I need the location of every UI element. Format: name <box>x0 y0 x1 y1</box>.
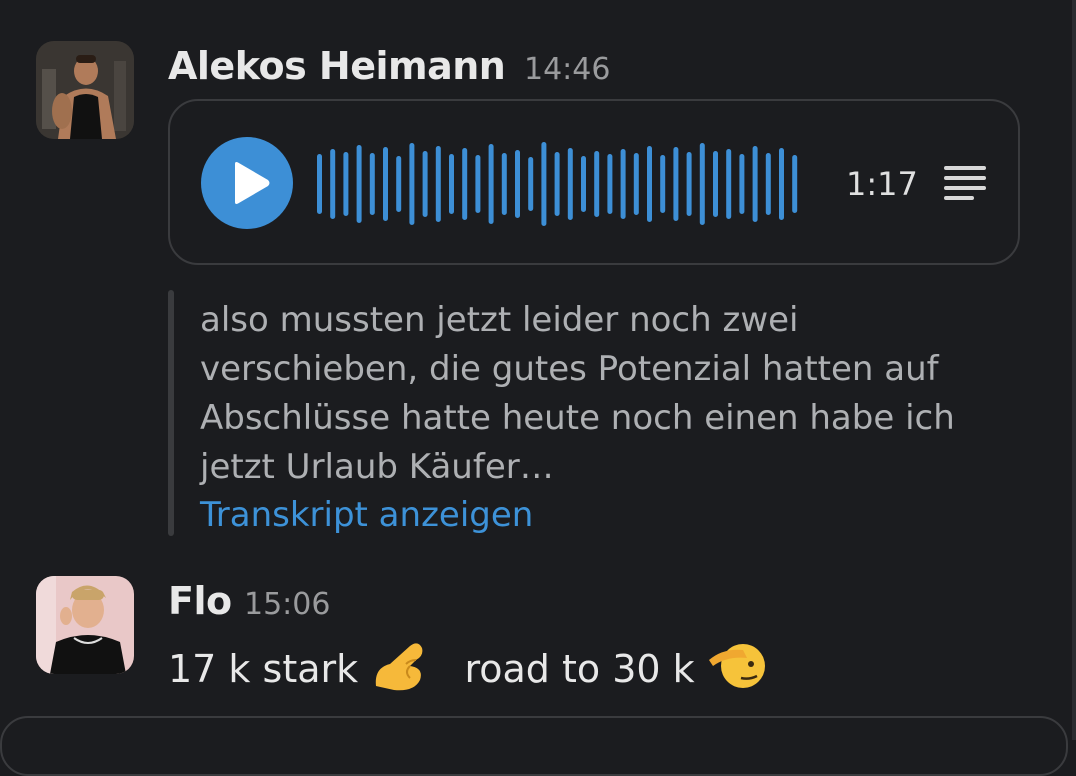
waveform-bar <box>752 146 758 222</box>
waveform-bar <box>739 154 745 214</box>
author-name[interactable]: Flo <box>168 582 232 620</box>
waveform-bar <box>713 151 718 217</box>
show-transcript-link[interactable]: Transkript anzeigen <box>200 491 533 540</box>
waveform-bar <box>567 148 573 220</box>
scrollbar-track[interactable] <box>1072 0 1076 740</box>
message-timestamp[interactable]: 14:46 <box>524 55 610 85</box>
avatar-flo[interactable] <box>36 576 134 674</box>
waveform-bar <box>581 156 586 212</box>
transcript-quote-bar <box>168 290 174 536</box>
message-text: 17 k stark road to 30 k <box>168 638 765 705</box>
author-name[interactable]: Alekos Heimann <box>168 47 506 85</box>
waveform-bar <box>409 143 415 225</box>
play-icon[interactable] <box>201 137 293 229</box>
message-timestamp[interactable]: 15:06 <box>244 590 330 620</box>
waveform-bar <box>528 157 534 211</box>
waveform-bar <box>594 151 600 217</box>
waveform-bar <box>620 149 626 219</box>
waveform-bar <box>435 146 441 222</box>
saluting-face-emoji <box>707 638 765 705</box>
waveform-bar <box>554 152 560 216</box>
transcript-text: also mussten jetzt leider noch zwei vers… <box>200 300 955 487</box>
waveform-bar <box>317 154 322 214</box>
waveform-bar <box>779 148 784 220</box>
waveform-bar <box>475 155 481 213</box>
waveform-bar <box>462 148 468 220</box>
waveform-bar <box>607 154 613 214</box>
waveform-bar <box>369 153 375 215</box>
audio-message-player: 1:17 <box>168 99 1020 265</box>
waveform-bar <box>792 155 798 213</box>
pinching-hand-emoji <box>370 638 428 705</box>
transcript-lines-icon[interactable] <box>942 164 988 208</box>
waveform-bar <box>356 145 362 223</box>
waveform-bar <box>541 142 547 226</box>
waveform-bar <box>383 147 388 221</box>
waveform-bar <box>686 152 692 216</box>
waveform-bar <box>515 150 520 218</box>
waveform-bar <box>422 151 428 217</box>
waveform-bar <box>726 149 732 219</box>
waveform-bar <box>501 153 507 215</box>
waveform-bar <box>765 153 771 215</box>
waveform-bar <box>330 149 336 219</box>
waveform-bar <box>633 153 639 215</box>
avatar-alekos[interactable] <box>36 41 134 139</box>
message-text-part1: 17 k stark <box>168 647 359 691</box>
waveform-bar <box>488 144 494 224</box>
message-text-part2: road to 30 k <box>464 647 695 691</box>
waveform-bar <box>396 156 402 212</box>
message-composer[interactable] <box>0 716 1068 776</box>
waveform-bar <box>660 155 666 213</box>
waveform-bar <box>343 152 349 216</box>
waveform-bar <box>699 143 705 225</box>
audio-waveform[interactable] <box>315 139 805 229</box>
waveform-bar <box>647 146 652 222</box>
waveform-bar <box>449 154 454 214</box>
waveform-bar <box>673 147 679 221</box>
audio-duration: 1:17 <box>846 165 918 203</box>
